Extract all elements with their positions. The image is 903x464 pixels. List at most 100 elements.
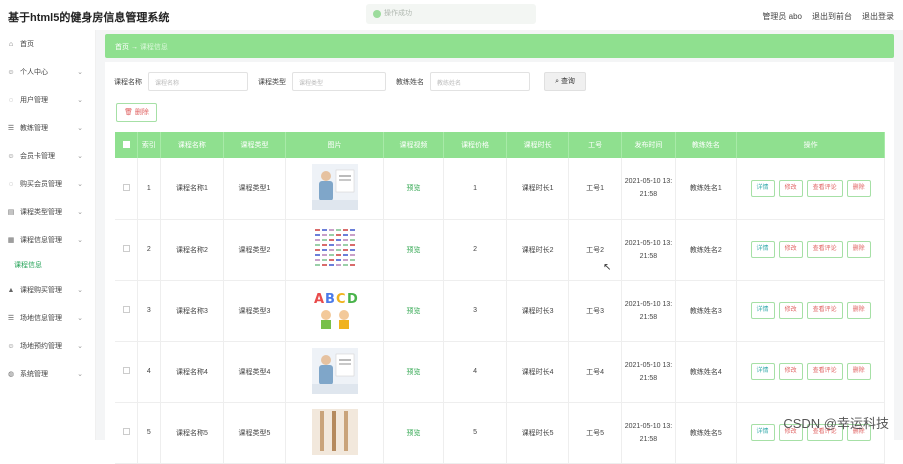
detail-button[interactable]: 详情 <box>751 302 775 319</box>
cell-image <box>285 219 383 280</box>
cell-index: 4 <box>138 341 161 402</box>
edit-button[interactable]: 修改 <box>779 302 803 319</box>
watermark: CSDN @幸运科技 <box>783 413 889 432</box>
sidebar-item-label: 场地信息管理 <box>20 313 62 323</box>
system-icon: ◍ <box>6 370 16 378</box>
course-thumbnail[interactable] <box>286 348 383 396</box>
cell-course-type: 课程类型3 <box>224 280 286 341</box>
edit-button[interactable]: 修改 <box>779 241 803 258</box>
batch-delete-button[interactable]: 🗑︎ 删除 <box>116 103 157 122</box>
publish-time: 21:58 <box>622 436 674 443</box>
coach-name-input[interactable]: 教练姓名 <box>430 72 530 91</box>
sidebar-item-11[interactable]: ◍系统管理⌄ <box>0 360 95 388</box>
table-row: 2课程名称2课程类型2预览2课程时长2工号22021-05-10 13:21:5… <box>115 219 885 280</box>
delete-button[interactable]: 删除 <box>847 180 871 197</box>
sidebar-item-7[interactable]: ▦课程信息管理⌄ <box>0 226 95 254</box>
cell-image <box>285 341 383 402</box>
table-row: 4课程名称4课程类型4预览4课程时长4工号42021-05-10 13:21:5… <box>115 341 885 402</box>
video-preview-link[interactable]: 预览 <box>384 158 444 219</box>
detail-button[interactable]: 详情 <box>751 241 775 258</box>
search-button[interactable]: ⌕ 查询 <box>544 72 586 91</box>
select-all-checkbox[interactable] <box>123 141 130 148</box>
cell-actions: 详情修改查看评论删除 <box>737 402 885 463</box>
course-thumbnail[interactable] <box>286 226 383 274</box>
view-comments-button[interactable]: 查看评论 <box>807 180 843 197</box>
toast-message: 操作成功 <box>366 4 536 24</box>
view-comments-button[interactable]: 查看评论 <box>807 241 843 258</box>
video-preview-link[interactable]: 预览 <box>384 341 444 402</box>
sidebar-item-label: 课程购买管理 <box>20 285 62 295</box>
cell-coach-name: 教练姓名5 <box>675 402 737 463</box>
cell-job-number: 工号4 <box>568 341 621 402</box>
publish-time: 21:58 <box>622 375 674 382</box>
sidebar-item-6[interactable]: ▤课程类型管理⌄ <box>0 198 95 226</box>
cell-index: 1 <box>138 158 161 219</box>
course-type-input[interactable]: 课程类型 <box>292 72 386 91</box>
column-header: 教练姓名 <box>675 132 737 158</box>
row-checkbox[interactable] <box>123 367 130 374</box>
course-name-input[interactable]: 课程名称 <box>148 72 248 91</box>
logout-link[interactable]: 退出登录 <box>862 11 894 22</box>
view-comments-button[interactable]: 查看评论 <box>807 363 843 380</box>
cell-index: 3 <box>138 280 161 341</box>
type-icon: ▤ <box>6 208 16 216</box>
cell-job-number: 工号1 <box>568 158 621 219</box>
video-preview-link[interactable]: 预览 <box>384 219 444 280</box>
view-comments-button[interactable]: 查看评论 <box>807 302 843 319</box>
app-title: 基于html5的健身房信息管理系统 <box>8 9 169 25</box>
sidebar-item-9[interactable]: ☰场地信息管理⌄ <box>0 304 95 332</box>
course-thumbnail[interactable] <box>286 164 383 212</box>
chevron-down-icon: ⌄ <box>77 342 83 350</box>
user-icon: ☺ <box>6 69 16 76</box>
sidebar-item-3[interactable]: ☰教练管理⌄ <box>0 114 95 142</box>
chevron-down-icon: ⌄ <box>77 152 83 160</box>
column-header[interactable] <box>115 132 138 158</box>
breadcrumb-current: 课程信息 <box>140 44 168 51</box>
row-checkbox[interactable] <box>123 306 130 313</box>
column-header: 操作 <box>737 132 885 158</box>
row-checkbox[interactable] <box>123 184 130 191</box>
row-select-cell <box>115 219 138 280</box>
delete-button[interactable]: 删除 <box>847 302 871 319</box>
video-preview-link[interactable]: 预览 <box>384 280 444 341</box>
sidebar-item-8[interactable]: ▲课程购买管理⌄ <box>0 276 95 304</box>
delete-button[interactable]: 删除 <box>847 241 871 258</box>
sidebar-item-5[interactable]: ◌购买会员管理⌄ <box>0 170 95 198</box>
content-panel: 课程名称 课程名称 课程类型 课程类型 教练姓名 教练姓名 ⌕ 查询 🗑︎ 删除… <box>105 62 894 442</box>
edit-button[interactable]: 修改 <box>779 363 803 380</box>
cell-actions: 详情修改查看评论删除 <box>737 158 885 219</box>
course-thumbnail[interactable] <box>286 409 383 457</box>
column-header: 索引 <box>138 132 161 158</box>
cell-duration: 课程时长4 <box>507 341 569 402</box>
video-preview-link[interactable]: 预览 <box>384 402 444 463</box>
sidebar-item-4[interactable]: ☺会员卡管理⌄ <box>0 142 95 170</box>
sidebar-subitem-course-info[interactable]: 课程信息 <box>0 254 95 276</box>
detail-button[interactable]: 详情 <box>751 363 775 380</box>
front-link[interactable]: 退出到前台 <box>812 11 852 22</box>
edit-button[interactable]: 修改 <box>779 180 803 197</box>
chevron-down-icon: ⌄ <box>77 286 83 294</box>
row-checkbox[interactable] <box>123 245 130 252</box>
cell-coach-name: 教练姓名3 <box>675 280 737 341</box>
breadcrumb-home[interactable]: 首页 <box>115 44 129 51</box>
column-header: 发布时间 <box>622 132 675 158</box>
column-header: 课程视频 <box>384 132 444 158</box>
course-thumbnail[interactable]: ABCD <box>286 287 383 335</box>
delete-button[interactable]: 删除 <box>847 363 871 380</box>
cell-actions: 详情修改查看评论删除 <box>737 280 885 341</box>
row-checkbox[interactable] <box>123 428 130 435</box>
cell-actions: 详情修改查看评论删除 <box>737 341 885 402</box>
cell-course-type: 课程类型5 <box>224 402 286 463</box>
sidebar-item-10[interactable]: ☺场地预约管理⌄ <box>0 332 95 360</box>
cell-image <box>285 158 383 219</box>
sidebar-item-2[interactable]: ◌用户管理⌄ <box>0 86 95 114</box>
cell-price: 2 <box>443 219 507 280</box>
detail-button[interactable]: 详情 <box>751 424 775 441</box>
cell-job-number: 工号2 <box>568 219 621 280</box>
sidebar-item-1[interactable]: ☺个人中心⌄ <box>0 58 95 86</box>
cell-course-name: 课程名称1 <box>160 158 224 219</box>
publish-time: 21:58 <box>622 253 674 260</box>
table-row: 1课程名称1课程类型1预览1课程时长1工号12021-05-10 13:21:5… <box>115 158 885 219</box>
sidebar-item-0[interactable]: ⌂首页 <box>0 30 95 58</box>
detail-button[interactable]: 详情 <box>751 180 775 197</box>
